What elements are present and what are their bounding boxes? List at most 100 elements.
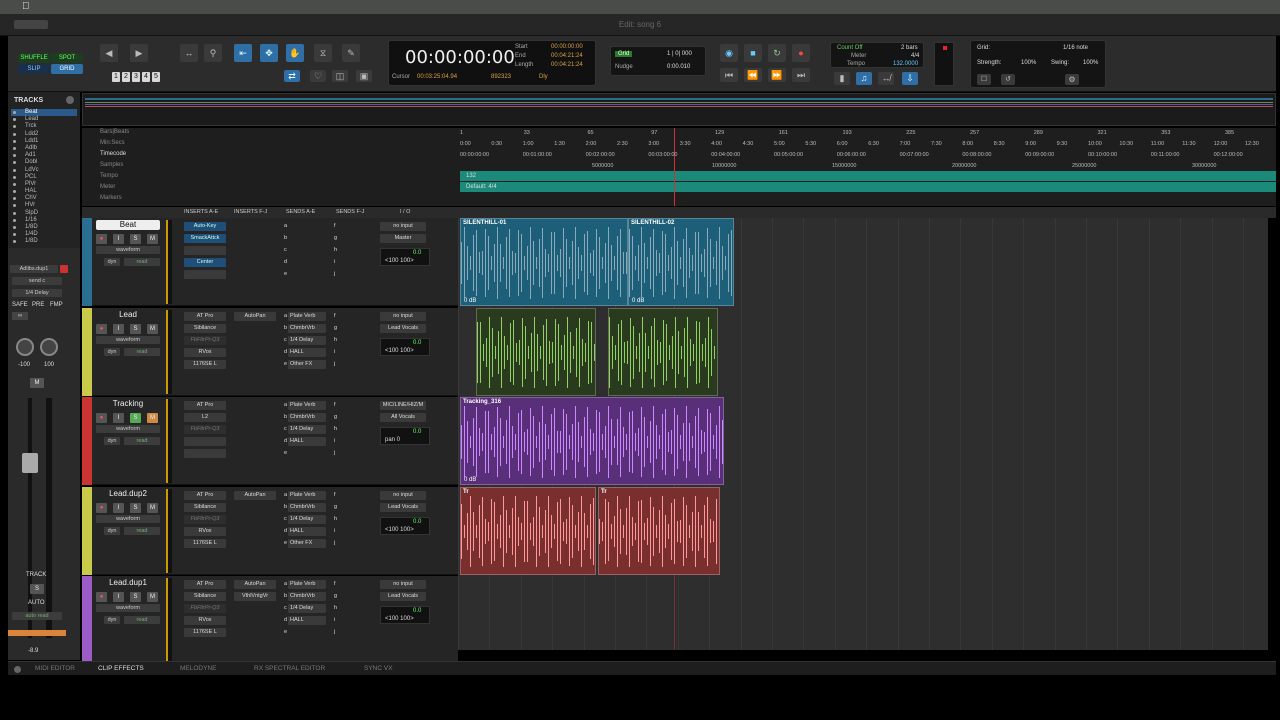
midi-merge-icon[interactable]: ↮: [878, 72, 894, 85]
audio-clip[interactable]: Tracking_316 0 dB: [460, 397, 724, 485]
input-monitor-button[interactable]: I: [113, 323, 124, 334]
send-slot[interactable]: Plate Verb: [288, 490, 326, 500]
volume-pan-display[interactable]: 0.0 pan 0: [380, 427, 430, 445]
edit-window-playlist[interactable]: SILENTHILL-01 0 dB SILENTHILL-02 0 dB Tracki…: [458, 218, 1268, 650]
pan-value[interactable]: <100 100>: [385, 258, 414, 264]
zoom-preset-2[interactable]: 2: [122, 72, 130, 82]
strip-delay-selector[interactable]: 1/4 Delay: [12, 289, 62, 297]
insert-slot[interactable]: SmackAttck: [184, 234, 226, 243]
conductor-icon[interactable]: ⇩: [902, 72, 918, 85]
track-list-item[interactable]: Ldd1: [11, 138, 77, 145]
audio-clip[interactable]: [476, 307, 596, 396]
insert-slot[interactable]: AT Pro: [184, 311, 226, 321]
tab-sync-vx[interactable]: SYNC VX: [364, 665, 393, 672]
send-slot[interactable]: Other FX: [288, 359, 326, 369]
solo-button[interactable]: S: [130, 413, 141, 423]
volume-fader-cap[interactable]: [22, 453, 38, 473]
selector-tool-icon[interactable]: ✥: [260, 44, 278, 62]
meter-value[interactable]: 4/4: [911, 53, 919, 59]
pre-button[interactable]: PRE: [32, 302, 44, 308]
meter-marker-value[interactable]: Default: 4/4: [466, 184, 497, 190]
automation-mode-selector[interactable]: read: [124, 347, 160, 356]
track-list-item[interactable]: Beat: [11, 109, 77, 117]
insert-slot[interactable]: FbFltrPr-Q3: [184, 514, 226, 524]
mute-button[interactable]: M: [147, 592, 158, 602]
insert-slot[interactable]: [184, 437, 226, 446]
start-value[interactable]: 00:00:00:00: [551, 44, 583, 50]
output-selector[interactable]: Master: [380, 234, 426, 243]
track-list-item[interactable]: Ldd2: [11, 131, 77, 138]
insert-slot[interactable]: Sibilance: [184, 502, 226, 512]
send-slot[interactable]: ChmbrVrb: [288, 592, 326, 601]
input-selector[interactable]: no input: [380, 580, 426, 589]
end-value[interactable]: 00:04:21:24: [551, 53, 583, 59]
metronome-icon[interactable]: ♫: [856, 72, 872, 85]
solo-button[interactable]: S: [130, 234, 141, 244]
automation-mode-selector[interactable]: read: [124, 616, 160, 624]
insert-slot[interactable]: [184, 270, 226, 279]
strip-automation-mode[interactable]: auto read: [12, 612, 62, 620]
zoomer-tool-icon[interactable]: ↔: [180, 44, 198, 62]
track-list-item[interactable]: HAL: [11, 188, 77, 195]
insert-slot[interactable]: [184, 449, 226, 458]
input-monitor-button[interactable]: I: [113, 502, 124, 513]
record-enable-button[interactable]: ●: [96, 413, 107, 423]
search-icon[interactable]: ⚲: [204, 44, 222, 62]
volume-pan-display[interactable]: 0.0 <100 100>: [380, 248, 430, 266]
safe-button[interactable]: SAFE: [12, 302, 28, 308]
insert-slot-fj[interactable]: AutoPan: [234, 311, 276, 321]
insert-slot[interactable]: RVox: [184, 347, 226, 357]
track-view-selector[interactable]: waveform: [96, 425, 160, 433]
mute-button[interactable]: M: [147, 502, 158, 513]
automation-mode-selector[interactable]: read: [124, 526, 160, 535]
insert-slot[interactable]: 1176SE L: [184, 538, 226, 548]
grid-label[interactable]: Grid: [615, 51, 633, 57]
wait-note-icon[interactable]: ▮: [834, 72, 850, 85]
volume-value[interactable]: 0.0: [413, 250, 421, 256]
pan-knob-right[interactable]: [40, 338, 58, 356]
record-enable-button[interactable]: ●: [96, 323, 107, 334]
tempo-ruler-bar[interactable]: [460, 171, 1276, 181]
bottom-settings-icon[interactable]: [14, 666, 21, 673]
insert-slot[interactable]: RVox: [184, 616, 226, 625]
universe-overview[interactable]: [82, 93, 1276, 126]
tempo-value[interactable]: 132.0000: [893, 61, 918, 67]
record-icon[interactable]: ●: [792, 44, 810, 62]
slip-mode-button[interactable]: SLIP: [18, 64, 50, 74]
send-slot[interactable]: HALL: [288, 526, 326, 536]
track-view-selector[interactable]: waveform: [96, 514, 160, 523]
send-slot[interactable]: HALL: [288, 347, 326, 357]
pencil-tool-icon[interactable]: ✎: [342, 44, 360, 62]
insert-slot[interactable]: AT Pro: [184, 580, 226, 589]
send-slot[interactable]: ChmbrVrb: [288, 323, 326, 333]
strip-insert-close-icon[interactable]: [60, 265, 68, 273]
zoom-preset-1[interactable]: 1: [112, 72, 120, 82]
track-list-item[interactable]: SlpD: [11, 210, 77, 217]
count-off-label[interactable]: Count Off: [837, 45, 863, 51]
insert-slot[interactable]: AT Pro: [184, 401, 226, 410]
insert-slot-fj[interactable]: AutoPan: [234, 580, 276, 589]
track-list-item[interactable]: LdVc: [11, 167, 77, 174]
insert-slot[interactable]: Auto-Key: [184, 222, 226, 231]
tab-melodyne[interactable]: MELODYNE: [180, 665, 216, 672]
send-slot[interactable]: ChmbrVrb: [288, 502, 326, 512]
send-slot[interactable]: Plate Verb: [288, 311, 326, 321]
fmp-button[interactable]: FMP: [50, 302, 63, 308]
rewind-icon[interactable]: ⏮: [720, 68, 738, 82]
playlist-button[interactable]: dyn: [104, 347, 120, 356]
volume-value[interactable]: 0.0: [413, 429, 421, 435]
restore-quantize-icon[interactable]: ↺: [1001, 74, 1015, 85]
scrubber-tool-icon[interactable]: ⧖: [314, 44, 332, 62]
zoom-in-icon[interactable]: ▶: [130, 44, 148, 62]
track-list-item[interactable]: Ad1: [11, 152, 77, 159]
clip-gain[interactable]: 0 dB: [464, 298, 476, 304]
back-icon[interactable]: ⏪: [744, 68, 762, 82]
input-selector[interactable]: MIC/LINE/HIZ/M: [380, 401, 426, 410]
send-slot[interactable]: 1/4 Delay: [288, 335, 326, 345]
insert-slot[interactable]: RVox: [184, 526, 226, 536]
track-list-item[interactable]: 1/16: [11, 217, 77, 224]
pan-value[interactable]: <100 100>: [385, 348, 414, 354]
grid-mode-button[interactable]: GRID: [51, 64, 83, 74]
mirror-midi-icon[interactable]: ◫: [332, 70, 348, 82]
insert-slot[interactable]: FbFltrPr-Q3: [184, 425, 226, 434]
